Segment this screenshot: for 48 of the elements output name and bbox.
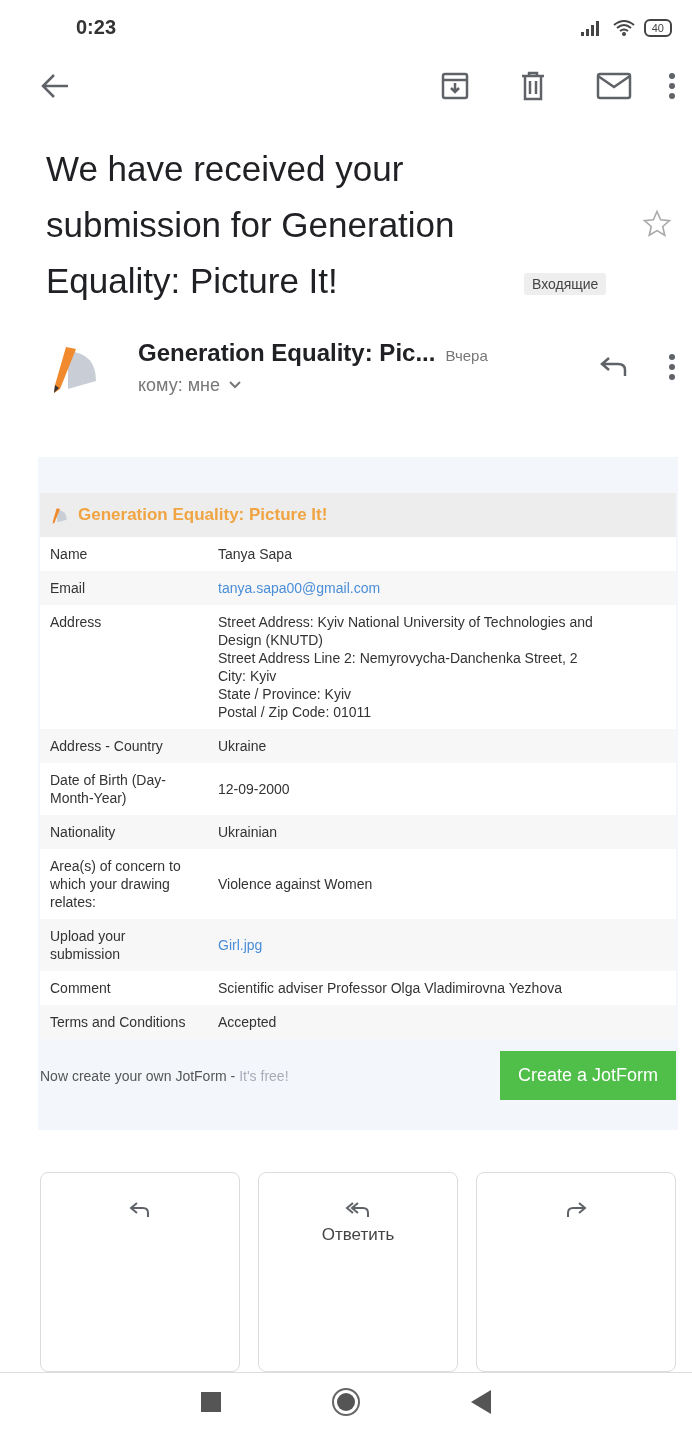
form-title: Generation Equality: Picture It! bbox=[78, 505, 328, 525]
field-label: Address bbox=[40, 605, 208, 729]
battery-indicator: 40 bbox=[643, 18, 672, 37]
field-value: 12-09-2000 bbox=[218, 781, 290, 797]
field-label: Email bbox=[40, 571, 208, 605]
field-link[interactable]: tanya.sapa00@gmail.com bbox=[218, 580, 381, 596]
mail-button[interactable] bbox=[596, 72, 632, 101]
field-value: Accepted bbox=[218, 1014, 277, 1030]
field-label: Comment bbox=[40, 971, 208, 1005]
back-nav-button[interactable] bbox=[471, 1390, 491, 1414]
recipient-text: кому: мне bbox=[138, 374, 220, 396]
field-label: Nationality bbox=[40, 815, 208, 849]
back-button[interactable] bbox=[40, 73, 70, 100]
field-value: Ukrainian bbox=[218, 824, 278, 840]
field-label: Upload your submission bbox=[40, 919, 208, 971]
reply-all-icon bbox=[345, 1201, 371, 1219]
home-button[interactable] bbox=[331, 1387, 361, 1417]
archive-button[interactable] bbox=[440, 71, 470, 102]
field-label: Terms and Conditions bbox=[40, 1005, 208, 1039]
field-value: Street Address: Kyiv National University of Technologies and Design (KNUTD) Street Address Line 2: Nemyrovycha-Danchenka Street, 2 City: Kyiv State / Province: Kyiv Postal / Zip Code: 01011 bbox=[218, 614, 593, 720]
expand-details-button[interactable] bbox=[228, 380, 242, 390]
more-button[interactable] bbox=[668, 72, 676, 101]
pencil-logo-icon bbox=[50, 505, 70, 525]
field-link[interactable]: Girl.jpg bbox=[218, 937, 263, 953]
field-value: Violence against Women bbox=[218, 876, 373, 892]
email-subject: We have received your submission for Generation Equality: Picture It! bbox=[46, 148, 456, 302]
field-label: Address - Country bbox=[40, 729, 208, 763]
field-label: Date of Birth (Day-Month-Year) bbox=[40, 763, 208, 815]
reply-icon bbox=[129, 1201, 151, 1219]
promo-text: Now create your own JotForm - It's free! bbox=[40, 1067, 289, 1084]
more-button[interactable] bbox=[668, 353, 676, 381]
inbox-label[interactable]: Входящие bbox=[524, 273, 607, 295]
status-time: 0:23 bbox=[76, 16, 117, 40]
forward-icon bbox=[565, 1201, 587, 1219]
create-jotform-button[interactable]: Create a JotForm bbox=[499, 1051, 676, 1100]
field-value: Tanya Sapa bbox=[218, 546, 292, 562]
wifi-icon bbox=[611, 18, 636, 37]
field-value: Scientific adviser Professor Olga Vladimirovna Yezhova bbox=[218, 980, 562, 996]
delete-button[interactable] bbox=[520, 71, 546, 102]
field-label: Area(s) of concern to which your drawing relates: bbox=[40, 849, 208, 919]
promo-link[interactable]: It's free! bbox=[239, 1067, 289, 1084]
field-label: Name bbox=[40, 537, 208, 571]
reply-button[interactable] bbox=[600, 356, 628, 378]
star-icon[interactable] bbox=[642, 209, 672, 239]
email-date: Вчера bbox=[445, 346, 488, 364]
field-value: Ukraine bbox=[218, 738, 267, 754]
sender-name: Generation Equality: Pic... bbox=[138, 338, 436, 367]
reply-all-button[interactable]: Ответить bbox=[258, 1172, 458, 1372]
